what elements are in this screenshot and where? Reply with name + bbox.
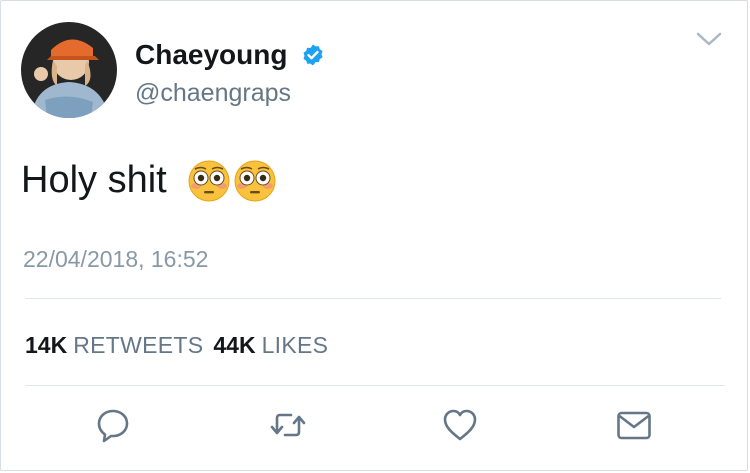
retweets-label: RETWEETS (73, 332, 204, 358)
retweet-icon[interactable] (269, 406, 307, 444)
likes-count: 44K (213, 332, 256, 358)
flushed-face-emoji (234, 160, 276, 202)
likes-stat[interactable]: 44K LIKES (213, 332, 328, 359)
tweet-emojis (187, 159, 277, 203)
tweet-timestamp[interactable]: 22/04/2018, 16:52 (23, 246, 208, 273)
verified-badge-icon (303, 44, 323, 66)
tweet-actions (1, 406, 750, 456)
divider (25, 385, 725, 386)
retweets-stat[interactable]: 14K RETWEETS (25, 332, 203, 359)
heart-icon[interactable] (441, 406, 479, 444)
avatar[interactable] (21, 22, 117, 118)
chevron-down-icon[interactable] (695, 29, 723, 49)
envelope-icon[interactable] (615, 406, 653, 444)
tweet-text: Holy shit (21, 159, 167, 201)
retweets-count: 14K (25, 332, 68, 358)
display-name[interactable]: Chaeyoung (135, 39, 287, 71)
tweet-card: Chaeyoung @chaengraps Holy shit 22/04/20… (0, 0, 748, 471)
divider (25, 298, 721, 299)
reply-icon[interactable] (94, 406, 132, 444)
user-handle[interactable]: @chaengraps (135, 79, 291, 108)
flushed-face-emoji (188, 160, 230, 202)
likes-label: LIKES (261, 332, 329, 358)
avatar-image (21, 22, 117, 118)
tweet-stats: 14K RETWEETS 44K LIKES (25, 332, 328, 359)
